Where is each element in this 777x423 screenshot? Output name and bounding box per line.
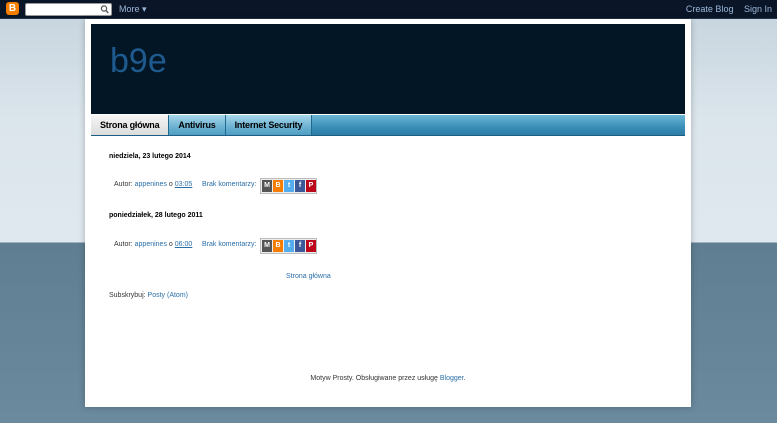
blogthis-icon[interactable]: B — [273, 180, 283, 192]
sign-in-link[interactable]: Sign In — [744, 4, 772, 14]
post-date-header: niedziela, 23 lutego 2014 — [109, 153, 191, 160]
post-timestamp-link[interactable]: 06:00 — [175, 241, 193, 248]
navbar-right: Create Blog Sign In — [678, 3, 772, 15]
attribution: Motyw Prosty. Obsługiwane przez usługę B… — [85, 375, 691, 382]
time-prefix: o — [168, 181, 173, 188]
page-tabs: Strona główna Antivirus Internet Securit… — [91, 115, 685, 136]
post-footer: Autor: appenines o 06:00 Brak komentarzy… — [114, 238, 257, 252]
post-date-header: poniedziałek, 28 lutego 2011 — [109, 212, 203, 219]
share-buttons: M B t f P — [260, 178, 317, 194]
blogger-navbar: B More ▾ Create Blog Sign In — [0, 0, 777, 19]
facebook-icon[interactable]: f — [295, 240, 305, 252]
author-prefix: Autor: — [114, 241, 133, 248]
tab-internet-security[interactable]: Internet Security — [225, 115, 313, 135]
atom-feed-link[interactable]: Posty (Atom) — [148, 292, 188, 299]
blog-page: b9e Strona główna Antivirus Internet Sec… — [85, 19, 691, 407]
blog-header: b9e — [91, 24, 685, 114]
post-footer: Autor: appenines o 03:05 Brak komentarzy… — [114, 178, 257, 192]
share-buttons: M B t f P — [260, 238, 317, 254]
twitter-icon[interactable]: t — [284, 180, 294, 192]
comments-link[interactable]: Brak komentarzy: — [202, 241, 256, 248]
blogger-link[interactable]: Blogger — [440, 375, 464, 382]
time-prefix: o — [168, 241, 173, 248]
blogthis-icon[interactable]: B — [273, 240, 283, 252]
facebook-icon[interactable]: f — [295, 180, 305, 192]
post-timestamp-link[interactable]: 03:05 — [175, 181, 193, 188]
create-blog-link[interactable]: Create Blog — [686, 4, 734, 14]
comments-link[interactable]: Brak komentarzy: — [202, 181, 256, 188]
email-icon[interactable]: M — [262, 240, 272, 252]
blog-title[interactable]: b9e — [110, 41, 167, 81]
search-input[interactable] — [25, 3, 112, 16]
author-link[interactable]: appenines — [135, 181, 167, 188]
email-icon[interactable]: M — [262, 180, 272, 192]
blogger-logo-icon[interactable]: B — [6, 2, 19, 15]
author-prefix: Autor: — [114, 181, 133, 188]
attribution-text: Motyw Prosty. Obsługiwane przez usługę — [310, 375, 438, 382]
pinterest-icon[interactable]: P — [306, 180, 316, 192]
author-link[interactable]: appenines — [135, 241, 167, 248]
search-icon[interactable] — [100, 4, 109, 15]
twitter-icon[interactable]: t — [284, 240, 294, 252]
subscribe-section: Subskrybuj: Posty (Atom) — [109, 292, 188, 299]
tab-antivirus[interactable]: Antivirus — [169, 115, 226, 135]
subscribe-label: Subskrybuj: — [109, 292, 146, 299]
tab-home[interactable]: Strona główna — [91, 115, 170, 135]
more-menu-button[interactable]: More ▾ — [119, 3, 147, 15]
attribution-suffix: . — [463, 375, 466, 382]
pinterest-icon[interactable]: P — [306, 240, 316, 252]
home-link[interactable]: Strona główna — [286, 273, 331, 280]
